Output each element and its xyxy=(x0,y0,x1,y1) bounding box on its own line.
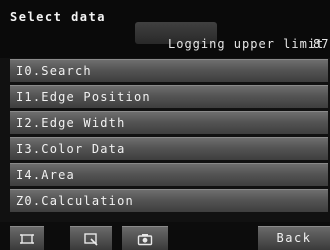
list-item-search[interactable]: I0.Search xyxy=(10,59,328,82)
zoom-window-button[interactable] xyxy=(70,226,112,250)
header-bar: Select data Logging upper limit 879 xyxy=(0,0,330,58)
fit-screen-button[interactable] xyxy=(10,226,44,250)
bottom-toolbar: Back xyxy=(0,222,330,250)
capture-image-button[interactable] xyxy=(122,226,168,250)
zoom-window-icon xyxy=(84,232,98,246)
list-item-edge-position[interactable]: I1.Edge Position xyxy=(10,85,328,108)
fit-screen-icon xyxy=(20,233,34,244)
select-data-screen: Select data Logging upper limit 879 I0.S… xyxy=(0,0,330,250)
camera-icon xyxy=(137,233,153,245)
data-item-list: I0.Search I1.Edge Position I2.Edge Width… xyxy=(10,59,328,215)
logging-limit-value: 879 xyxy=(313,37,330,51)
logging-limit-label: Logging upper limit xyxy=(168,37,325,51)
list-item-edge-width[interactable]: I2.Edge Width xyxy=(10,111,328,134)
list-item-color-data[interactable]: I3.Color Data xyxy=(10,137,328,160)
list-item-calculation[interactable]: Z0.Calculation xyxy=(10,189,328,212)
back-button[interactable]: Back xyxy=(258,226,330,250)
list-item-area[interactable]: I4.Area xyxy=(10,163,328,186)
page-title: Select data xyxy=(10,10,106,24)
